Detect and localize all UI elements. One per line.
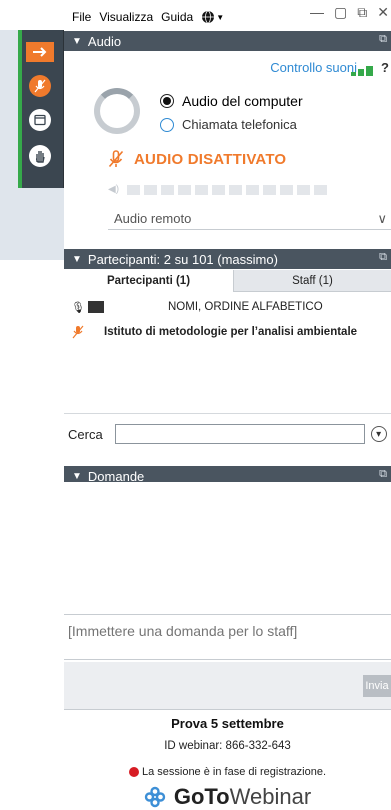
audio-panel-title: Audio [87, 33, 122, 49]
audio-phone-option[interactable]: Chiamata telefonica [160, 117, 297, 132]
logo-regular: Webinar [229, 784, 312, 809]
raise-hand-button[interactable] [24, 140, 56, 172]
popout-icon[interactable]: ⧉ [379, 468, 387, 481]
search-options-icon[interactable]: ▾ [370, 426, 387, 442]
muted-mic-icon [72, 325, 84, 339]
volume-segment [178, 184, 192, 195]
participants-tabs: Partecipanti (1) Staff (1) [64, 270, 391, 292]
minimize-button[interactable]: — [310, 4, 324, 26]
tab-staff[interactable]: Staff (1) [234, 270, 391, 292]
radio-unselected[interactable] [160, 117, 174, 132]
audio-connecting-spinner [94, 88, 140, 134]
logo-bold: GoTo [173, 784, 230, 809]
dock-status-stripe [18, 30, 22, 188]
participants-list-area [64, 342, 391, 414]
questions-log [64, 482, 391, 612]
volume-segment [246, 184, 260, 195]
screen-view-button[interactable] [24, 104, 56, 136]
participant-name: Istituto di metodologie per l’analisi am… [104, 326, 358, 338]
mic-column-icon[interactable]: 🎙 [70, 301, 86, 314]
question-send-bar: Invia [64, 662, 391, 710]
participants-column-header: 🎙 NOMI, ORDINE ALFABETICO [64, 296, 391, 318]
hand-icon [29, 145, 51, 167]
send-question-button[interactable]: Invia [363, 675, 391, 697]
volume-segment [297, 184, 311, 195]
language-button[interactable]: ▼ [201, 10, 224, 24]
volume-segment [280, 184, 294, 195]
window-controls: — ▢ ⧉ ✕ [310, 4, 391, 26]
tab-participants[interactable]: Partecipanti (1) [64, 270, 234, 292]
volume-segment [161, 184, 175, 195]
search-label: Cerca [68, 426, 103, 442]
sound-check-link[interactable]: Controllo suoni [270, 60, 357, 75]
recording-text: La sessione è in fase di registrazione. [141, 766, 327, 778]
collapse-triangle-icon: ▼ [72, 253, 82, 265]
chevron-down-icon: ∨ [377, 211, 387, 226]
muted-mic-icon [108, 150, 124, 168]
show-hide-panel-button[interactable] [24, 36, 56, 68]
logo-text: GoToWebinar [174, 784, 311, 810]
volume-segment [314, 184, 328, 195]
menu-view[interactable]: Visualizza [99, 10, 153, 24]
close-button[interactable]: ✕ [377, 4, 389, 26]
audio-computer-label: Audio del computer [182, 93, 303, 109]
menu-file[interactable]: File [72, 10, 91, 24]
globe-icon [202, 10, 215, 24]
audio-panel-header[interactable]: ▼ Audio ⧉ [64, 31, 391, 51]
volume-segment [229, 184, 243, 195]
audio-device-select[interactable]: Audio remoto ∨ [108, 208, 391, 230]
menu-help[interactable]: Guida [161, 10, 193, 24]
screen-column-icon[interactable] [88, 301, 104, 313]
volume-segment [195, 184, 209, 195]
webinar-logo-icon [144, 786, 166, 808]
restore-button[interactable]: ▢ [334, 4, 347, 26]
volume-segments [127, 184, 328, 195]
search-input[interactable] [114, 424, 365, 444]
volume-segment [263, 184, 277, 195]
recording-dot-icon [128, 767, 139, 777]
chevron-down-icon: ▼ [216, 12, 225, 22]
help-icon[interactable]: ? [381, 60, 389, 75]
volume-segment [144, 184, 158, 195]
participants-panel-header[interactable]: ▼ Partecipanti: 2 su 101 (massimo) ⧉ [64, 249, 391, 269]
audio-computer-option[interactable]: Audio del computer [160, 93, 303, 109]
participants-panel-title: Partecipanti: 2 su 101 (massimo) [87, 251, 278, 267]
mute-toggle-button[interactable] [24, 70, 56, 102]
names-column-header[interactable]: NOMI, ORDINE ALFABETICO [168, 301, 323, 313]
webinar-logo: GoToWebinar [64, 784, 391, 810]
audio-phone-label: Chiamata telefonica [182, 117, 297, 132]
audio-muted-status: AUDIO DISATTIVATO [108, 150, 286, 168]
audio-muted-label: AUDIO DISATTIVATO [134, 150, 287, 168]
microphone-icon [29, 75, 51, 97]
question-input[interactable] [64, 615, 391, 659]
volume-segment [212, 184, 226, 195]
popout-window-button[interactable]: ⧉ [357, 4, 367, 26]
volume-meter: ◀) [108, 184, 328, 195]
popout-icon[interactable]: ⧉ [379, 251, 387, 264]
collapse-triangle-icon: ▼ [72, 470, 82, 482]
webinar-title: Prova 5 settembre [171, 716, 284, 731]
window-icon [29, 109, 51, 131]
arrow-right-icon [26, 42, 54, 62]
volume-segment [127, 184, 141, 195]
dock-top-spacer [0, 0, 64, 30]
popout-icon[interactable]: ⧉ [379, 33, 387, 46]
signal-strength-icon [351, 66, 373, 76]
radio-selected[interactable] [160, 94, 174, 108]
speaker-icon: ◀) [108, 184, 120, 195]
question-input-wrapper [64, 614, 391, 660]
participant-search: Cerca ▾ [64, 420, 391, 448]
participant-row[interactable]: Istituto di metodologie per l’analisi am… [64, 322, 391, 342]
recording-status: La sessione è in fase di registrazione. [64, 766, 391, 778]
collapse-triangle-icon: ▼ [72, 35, 82, 47]
webinar-id: ID webinar: 866-332-643 [164, 740, 291, 752]
audio-device-value: Audio remoto [114, 211, 192, 226]
